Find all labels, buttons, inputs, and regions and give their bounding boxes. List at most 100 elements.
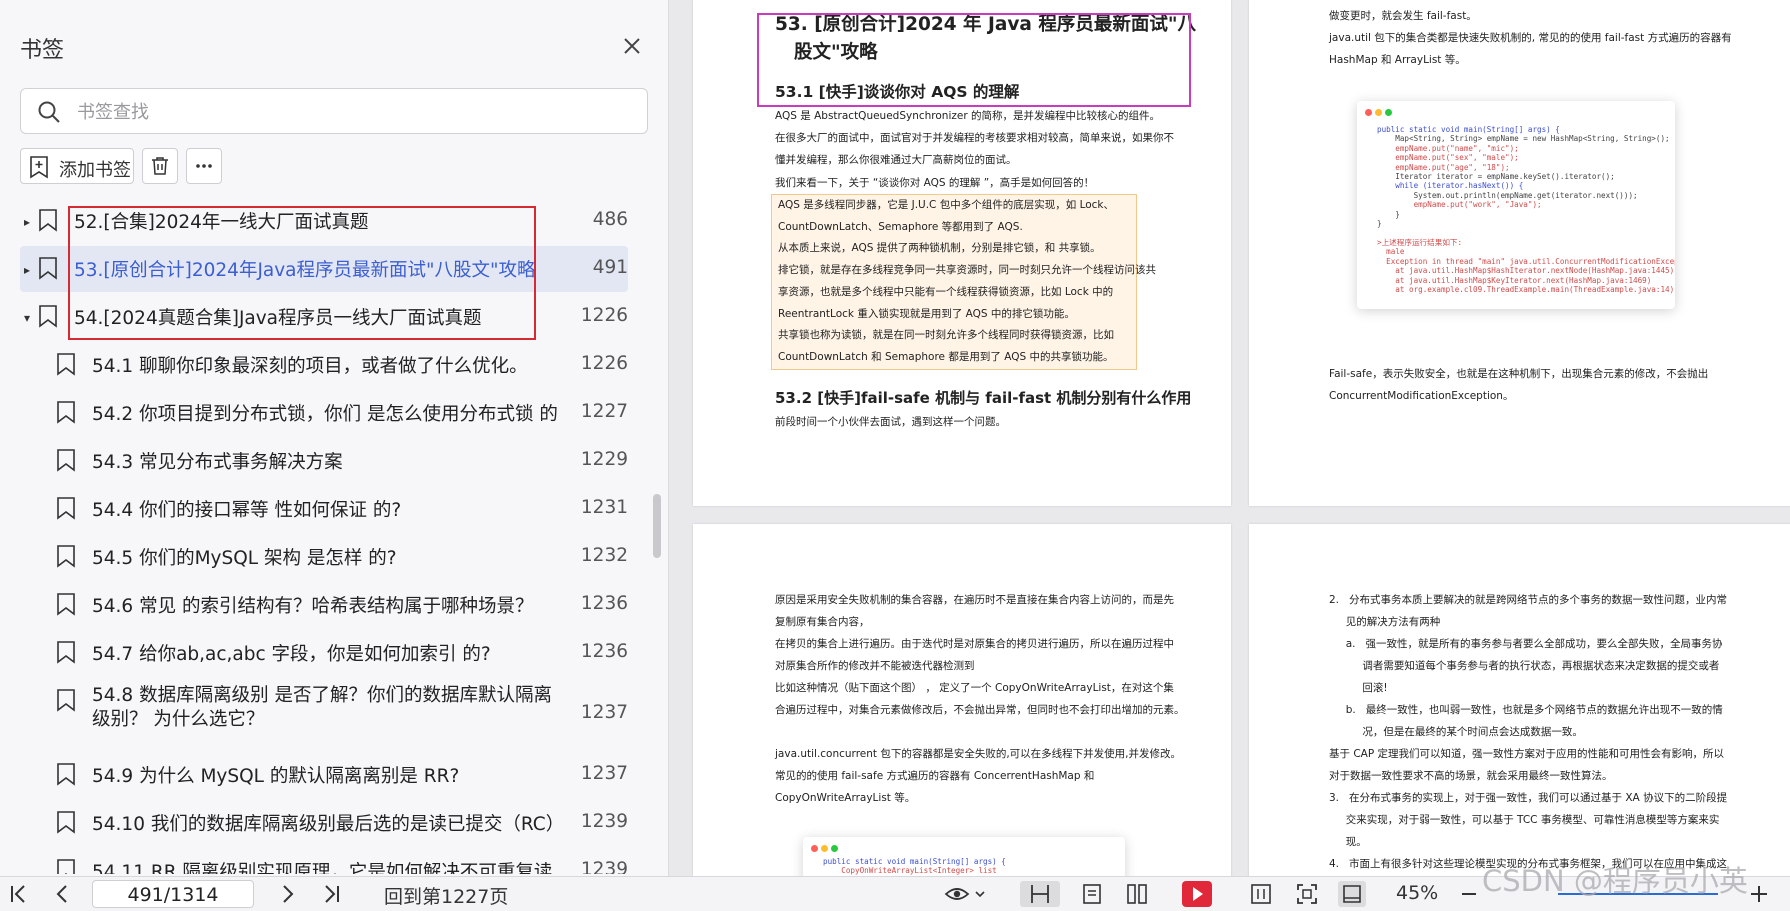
quote-line: CountDownLatch、Semaphore 等都用到了 AQS. (778, 220, 1023, 233)
bookmark-item[interactable]: 54.10 我们的数据库隔离级别最后选的是读已提交（RC） 1239 (0, 800, 628, 846)
bookmark-panel: 书签 添加书签 ▸ 52.[合集]2024年一线大厂面试真题 48 (0, 0, 669, 876)
bookmark-page: 1226 (580, 353, 628, 374)
bookmark-item[interactable]: ▸ 52.[合集]2024年一线大厂面试真题 486 (0, 198, 628, 244)
add-bookmark-button[interactable]: 添加书签 (20, 148, 134, 184)
bookmark-label: 54.6 常见 的索引结构有？哈希表结构属于哪种场景？ (92, 596, 534, 617)
list-item: 现。 (1329, 836, 1367, 848)
bookmark-label: 54.11 RR 隔离级别实现原理，它是如何解决不可重复读 (92, 862, 553, 874)
list-item: 4. 市面上有很多针对这些理论模型实现的分布式事务框架，我们可以在应用中集成这 (1329, 858, 1728, 870)
window-dot-yellow (821, 845, 828, 852)
search-input[interactable] (75, 98, 619, 126)
paragraph: HashMap 和 ArrayList 等。 (1329, 54, 1466, 66)
bookmark-label: 54.5 你们的MySQL 架构 是怎样 的? (92, 548, 397, 569)
paragraph: 常见的的使用 fail-safe 方式遍历的容器有 ConcerrentHash… (775, 770, 1095, 782)
bookmark-item[interactable]: 54.3 常见分布式事务解决方案 1229 (0, 438, 628, 484)
window-dot-yellow (1375, 109, 1382, 116)
more-icon (196, 164, 212, 168)
page-number-input[interactable]: 491/1314 (92, 880, 254, 908)
close-icon[interactable] (620, 34, 644, 58)
bookmark-item[interactable]: 54.8 数据库隔离级别 是否了解？你们的数据库默认隔离级别？ 为什么选它？ 1… (0, 678, 628, 748)
fit-width-icon[interactable] (1020, 881, 1060, 907)
first-page-icon[interactable] (8, 883, 28, 905)
paragraph: 对原集合所作的修改并不能被迭代器检测到 (775, 660, 975, 672)
bookmark-page: 1232 (580, 545, 628, 566)
pdf-page: 53. [原创合计]2024 年 Java 程序员最新面试"八 股文"攻略 53… (693, 0, 1231, 506)
expand-arrow-icon[interactable]: ▸ (24, 263, 30, 277)
bookmark-page: 1226 (580, 305, 628, 326)
list-item: a. 强一致性，就是所有的事务参与者要么全部成功，要么全部失败，全局事务协 (1329, 638, 1723, 650)
zoom-in-icon[interactable] (1748, 883, 1770, 905)
bookmark-label: 54.[2024真题合集]Java程序员一线大厂面试真题 (74, 308, 482, 329)
bookmark-item[interactable]: 54.5 你们的MySQL 架构 是怎样 的? 1232 (0, 534, 628, 580)
bookmark-item[interactable]: 54.4 你们的接口幂等 性如何保证 的? 1231 (0, 486, 628, 532)
bookmark-item-selected[interactable]: ▸ 53.[原创合计]2024年Java程序员最新面试"八股文"攻略 491 (20, 246, 628, 292)
list-item: 况，但是在最终的某个时间点会达成数据一致。 (1329, 726, 1583, 738)
paragraph: 原因是采用安全失败机制的集合容器，在遍历时不是直接在集合内容上访问的，而是先 (775, 594, 1174, 606)
paragraph: 做变更时，就会发生 fail-fast。 (1329, 10, 1477, 22)
bookmark-item[interactable]: 54.11 RR 隔离级别实现原理，它是如何解决不可重复读 1239 (0, 848, 628, 874)
bookmark-label: 54.2 你项目提到分布式锁，你们 是怎么使用分布式锁 的 (92, 404, 558, 425)
delete-bookmark-button[interactable] (142, 148, 178, 184)
bookmark-icon (57, 497, 75, 520)
sidebar-scrollbar[interactable] (653, 494, 661, 558)
play-icon[interactable] (1182, 881, 1212, 907)
goto-page-link[interactable]: 回到第1227页 (384, 882, 508, 909)
bookmark-page: 1231 (580, 497, 628, 518)
bookmark-label: 54.10 我们的数据库隔离级别最后选的是读已提交（RC） (92, 814, 565, 835)
eye-icon[interactable] (944, 883, 988, 905)
status-bar: 491/1314 回到第1227页 45% (0, 876, 1790, 911)
bookmark-icon (57, 353, 75, 376)
paragraph: 基于 CAP 定理我们可以知道，强一致性方案对于应用的性能和可用性会有影响，所以 (1329, 748, 1725, 760)
bookmark-label: 54.4 你们的接口幂等 性如何保证 的? (92, 500, 402, 521)
bookmark-item[interactable]: 54.1 聊聊你印象最深刻的项目，或者做了什么优化。 1226 (0, 342, 628, 388)
bookmark-item[interactable]: 54.2 你项目提到分布式锁，你们 是怎么使用分布式锁 的 1227 (0, 390, 628, 436)
quote-line: 享资源，也就是多个线程中只能有一个线程获得锁资源，比如 Lock 中的 (778, 285, 1114, 298)
bookmark-page: 1237 (580, 763, 628, 784)
list-item: 交来实现，对于弱一致性，可以基于 TCC 事务模型、可靠性消息模型等方案来实 (1329, 814, 1720, 826)
pdf-page: 做变更时，就会发生 fail-fast。 java.util 包下的集合类都是快… (1249, 0, 1790, 506)
bookmark-icon (39, 209, 57, 232)
single-page-icon[interactable] (1082, 883, 1102, 905)
section-heading: 53.2 [快手]fail-safe 机制与 fail-fast 机制分别有什么… (775, 389, 1192, 407)
bookmark-icon (57, 449, 75, 472)
zoom-slider[interactable] (1558, 893, 1718, 895)
paragraph: CopyOnWriteArrayList 等。 (775, 792, 916, 804)
bookmark-icon (57, 401, 75, 424)
bookmark-label: 54.9 为什么 MySQL 的默认隔离离别是 RR? (92, 766, 460, 787)
expand-arrow-icon[interactable]: ▸ (24, 215, 30, 229)
bookmark-search[interactable] (20, 88, 648, 134)
paragraph: java.util 包下的集合类都是快速失败机制的, 常见的的使用 fail-f… (1329, 32, 1732, 44)
zoom-out-icon[interactable] (1460, 883, 1478, 905)
bookmark-item[interactable]: 54.9 为什么 MySQL 的默认隔离离别是 RR? 1237 (0, 752, 628, 798)
bookmark-label: 54.3 常见分布式事务解决方案 (92, 452, 343, 473)
list-item: b. 最终一致性，也叫弱一致性，也就是多个网络节点的数据允许出现不一致的情 (1329, 704, 1723, 716)
bookmark-label: 54.1 聊聊你印象最深刻的项目，或者做了什么优化。 (92, 356, 528, 377)
next-page-icon[interactable] (278, 883, 298, 905)
quote-line: 排它锁，就是存在多线程竞争同一共享资源时，同一时刻只允许一个线程访问该共 (778, 264, 1156, 277)
window-dot-green (1385, 109, 1392, 116)
prev-page-icon[interactable] (52, 883, 72, 905)
quote-line: CountDownLatch 和 Semaphore 都是用到了 AQS 中的共… (778, 350, 1114, 363)
collapse-arrow-icon[interactable]: ▾ (24, 311, 30, 325)
list-item: 2. 分布式事务本质上要解决的就是跨网络节点的多个事务的数据一致性问题，业内常 (1329, 594, 1728, 606)
bookmark-page: 1239 (580, 859, 628, 874)
fullscreen-icon[interactable] (1296, 883, 1318, 905)
list-item: 见的解决方法有两种 (1329, 616, 1441, 628)
two-page-icon[interactable] (1126, 883, 1148, 905)
page-layout-icon[interactable] (1338, 881, 1366, 907)
bookmark-item[interactable]: 54.6 常见 的索引结构有？哈希表结构属于哪种场景？ 1236 (0, 582, 628, 628)
bookmark-page: 1236 (580, 641, 628, 662)
paragraph: AQS 是 AbstractQueuedSynchronizer 的简称，是并发… (775, 110, 1161, 122)
quote-block: AQS 是多线程同步器，它是 J.U.C 包中多个组件的底层实现，如 Lock、… (771, 194, 1156, 370)
bookmark-icon (57, 641, 75, 664)
panel-title: 书签 (20, 38, 65, 63)
last-page-icon[interactable] (322, 883, 342, 905)
quote-line: AQS 是多线程同步器，它是 J.U.C 包中多个组件的底层实现，如 Lock、 (778, 199, 1115, 211)
add-bookmark-label: 添加书签 (59, 160, 131, 181)
more-options-button[interactable] (186, 148, 222, 184)
zoom-level[interactable]: 45% (1396, 882, 1438, 904)
bookmark-item[interactable]: 54.7 给你ab,ac,abc 字段，你是如何加索引 的? 1236 (0, 630, 628, 676)
text-mode-icon[interactable] (1250, 883, 1272, 905)
bookmark-item[interactable]: ▾ 54.[2024真题合集]Java程序员一线大厂面试真题 1226 (0, 294, 628, 340)
document-view: 53. [原创合计]2024 年 Java 程序员最新面试"八 股文"攻略 53… (669, 0, 1790, 876)
